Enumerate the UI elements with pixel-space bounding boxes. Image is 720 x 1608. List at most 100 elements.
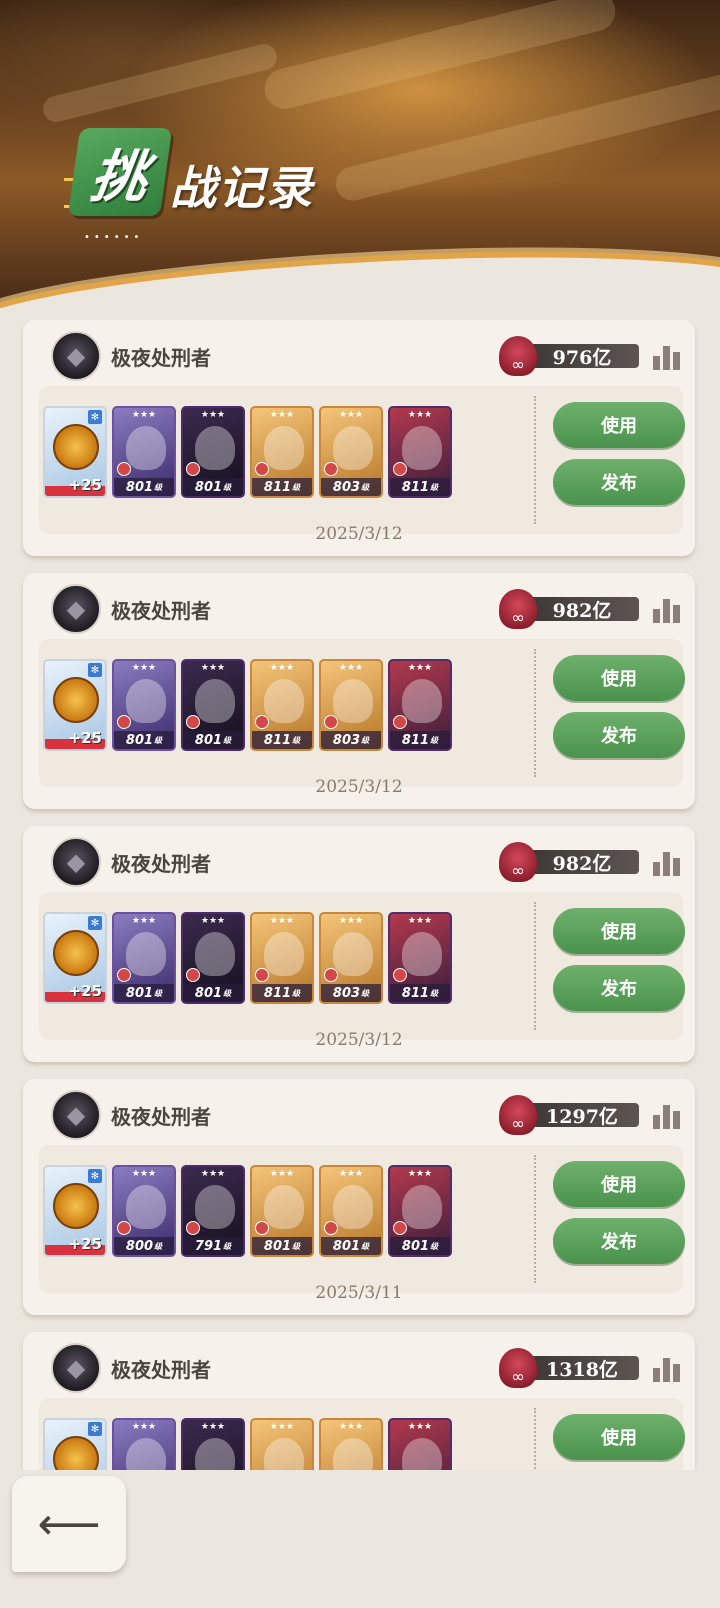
- bar-chart-icon[interactable]: [653, 342, 683, 370]
- character-level: 811 级: [390, 984, 450, 1002]
- character-card[interactable]: ★★★ 803 级: [319, 912, 383, 1004]
- character-card[interactable]: ★★★ 801 级: [181, 912, 245, 1004]
- use-button[interactable]: 使用: [553, 1414, 685, 1460]
- character-portrait: [333, 426, 373, 470]
- star-rating-icon: ★★★: [131, 410, 157, 420]
- character-card[interactable]: ★★★ 801 级: [112, 406, 176, 498]
- character-card[interactable]: ★★★ 801 级: [112, 912, 176, 1004]
- character-portrait: [333, 679, 373, 723]
- character-card[interactable]: ★★★ 级: [388, 1418, 452, 1470]
- bar-chart-icon[interactable]: [653, 1101, 683, 1129]
- use-button[interactable]: 使用: [553, 402, 685, 448]
- bar-chart-icon[interactable]: [653, 595, 683, 623]
- character-card[interactable]: ★★★ 811 级: [250, 406, 314, 498]
- infinity-crest-icon: ∞: [499, 589, 537, 629]
- element-icon: [255, 462, 269, 476]
- character-portrait: [402, 932, 442, 976]
- character-portrait: [333, 932, 373, 976]
- star-rating-icon: ★★★: [131, 663, 157, 673]
- character-portrait: [264, 1438, 304, 1470]
- publish-button[interactable]: 发布: [553, 1218, 685, 1264]
- character-level: 800 级: [114, 1237, 174, 1255]
- star-rating-icon: ★★★: [131, 1422, 157, 1432]
- star-rating-icon: ★★★: [200, 410, 226, 420]
- character-level: 791 级: [183, 1237, 243, 1255]
- character-portrait: [402, 1438, 442, 1470]
- character-card[interactable]: ★★★ 级: [112, 1418, 176, 1470]
- character-card[interactable]: ★★★ 811 级: [388, 912, 452, 1004]
- character-card[interactable]: ★★★ 791 级: [181, 1165, 245, 1257]
- record-date: 2025/3/12: [315, 777, 403, 797]
- weapon-card[interactable]: ✻ +25: [43, 1418, 107, 1470]
- character-portrait: [264, 426, 304, 470]
- character-card[interactable]: ★★★ 811 级: [250, 659, 314, 751]
- character-card[interactable]: ★★★ 811 级: [388, 659, 452, 751]
- record-date: 2025/3/12: [315, 524, 403, 544]
- weapon-emblem-icon: [53, 1183, 99, 1229]
- boss-name: 极夜处刑者: [111, 1357, 211, 1382]
- character-portrait: [126, 1185, 166, 1229]
- snowflake-icon: ✻: [88, 410, 102, 424]
- element-icon: [393, 968, 407, 982]
- character-card[interactable]: ★★★ 811 级: [250, 912, 314, 1004]
- weapon-card[interactable]: ✻ +25: [43, 1165, 107, 1257]
- star-rating-icon: ★★★: [269, 1422, 295, 1432]
- character-card[interactable]: ★★★ 800 级: [112, 1165, 176, 1257]
- record-list[interactable]: ◆ 极夜处刑者 ∞ 976亿 ✻ +25 ★★★ 801 级 ★★★ 801 级…: [0, 320, 720, 1470]
- character-portrait: [126, 679, 166, 723]
- character-card[interactable]: ★★★ 级: [181, 1418, 245, 1470]
- use-button[interactable]: 使用: [553, 1161, 685, 1207]
- character-card[interactable]: ★★★ 801 级: [181, 406, 245, 498]
- character-card[interactable]: ★★★ 801 级: [112, 659, 176, 751]
- damage-score: 1297亿: [525, 1103, 639, 1128]
- star-rating-icon: ★★★: [338, 1169, 364, 1179]
- character-card[interactable]: ★★★ 803 级: [319, 659, 383, 751]
- star-rating-icon: ★★★: [269, 663, 295, 673]
- weapon-enhance-level: +25: [68, 729, 102, 747]
- boss-name: 极夜处刑者: [111, 345, 211, 370]
- damage-score: 1318亿: [525, 1356, 639, 1381]
- weapon-card[interactable]: ✻ +25: [43, 406, 107, 498]
- character-portrait: [195, 679, 235, 723]
- star-rating-icon: ★★★: [407, 663, 433, 673]
- character-level: 801 级: [183, 478, 243, 496]
- bar-chart-icon[interactable]: [653, 1354, 683, 1382]
- weapon-card[interactable]: ✻ +25: [43, 912, 107, 1004]
- header-banner: 挑 战记录 ••••••: [0, 0, 720, 330]
- publish-button[interactable]: 发布: [553, 965, 685, 1011]
- character-portrait: [264, 932, 304, 976]
- use-button[interactable]: 使用: [553, 908, 685, 954]
- character-card[interactable]: ★★★ 级: [319, 1418, 383, 1470]
- publish-button[interactable]: 发布: [553, 459, 685, 505]
- infinity-crest-icon: ∞: [499, 336, 537, 376]
- character-card[interactable]: ★★★ 801 级: [319, 1165, 383, 1257]
- team-lineup: ✻ +25 ★★★ 801级 ★★★ 801级 ★★★ 811级 ★★★: [43, 406, 452, 498]
- character-level: 811 级: [252, 984, 312, 1002]
- infinity-crest-icon: ∞: [499, 1348, 537, 1388]
- weapon-enhance-level: +25: [68, 1235, 102, 1253]
- element-icon: [186, 1221, 200, 1235]
- dragon-head-icon: ◆: [51, 837, 101, 887]
- character-card[interactable]: ★★★ 801 级: [388, 1165, 452, 1257]
- weapon-card[interactable]: ✻ +25: [43, 659, 107, 751]
- star-rating-icon: ★★★: [338, 916, 364, 926]
- character-level: 801 级: [390, 1237, 450, 1255]
- character-card[interactable]: ★★★ 811 级: [388, 406, 452, 498]
- character-card[interactable]: ★★★ 级: [250, 1418, 314, 1470]
- star-rating-icon: ★★★: [200, 1422, 226, 1432]
- character-card[interactable]: ★★★ 801 级: [181, 659, 245, 751]
- publish-button[interactable]: 发布: [553, 712, 685, 758]
- character-card[interactable]: ★★★ 803 级: [319, 406, 383, 498]
- character-card[interactable]: ★★★ 801 级: [250, 1165, 314, 1257]
- dragon-head-icon: ◆: [51, 584, 101, 634]
- bar-chart-icon[interactable]: [653, 848, 683, 876]
- use-button[interactable]: 使用: [553, 655, 685, 701]
- boss-name: 极夜处刑者: [111, 851, 211, 876]
- weapon-emblem-icon: [53, 677, 99, 723]
- back-button[interactable]: ⟵: [12, 1476, 126, 1572]
- title-badge: 挑: [67, 128, 173, 216]
- element-icon: [186, 715, 200, 729]
- team-lineup: ✻ +25 ★★★ 801级 ★★★ 801级 ★★★ 811级 ★★★: [43, 912, 452, 1004]
- element-icon: [324, 462, 338, 476]
- snowflake-icon: ✻: [88, 1422, 102, 1436]
